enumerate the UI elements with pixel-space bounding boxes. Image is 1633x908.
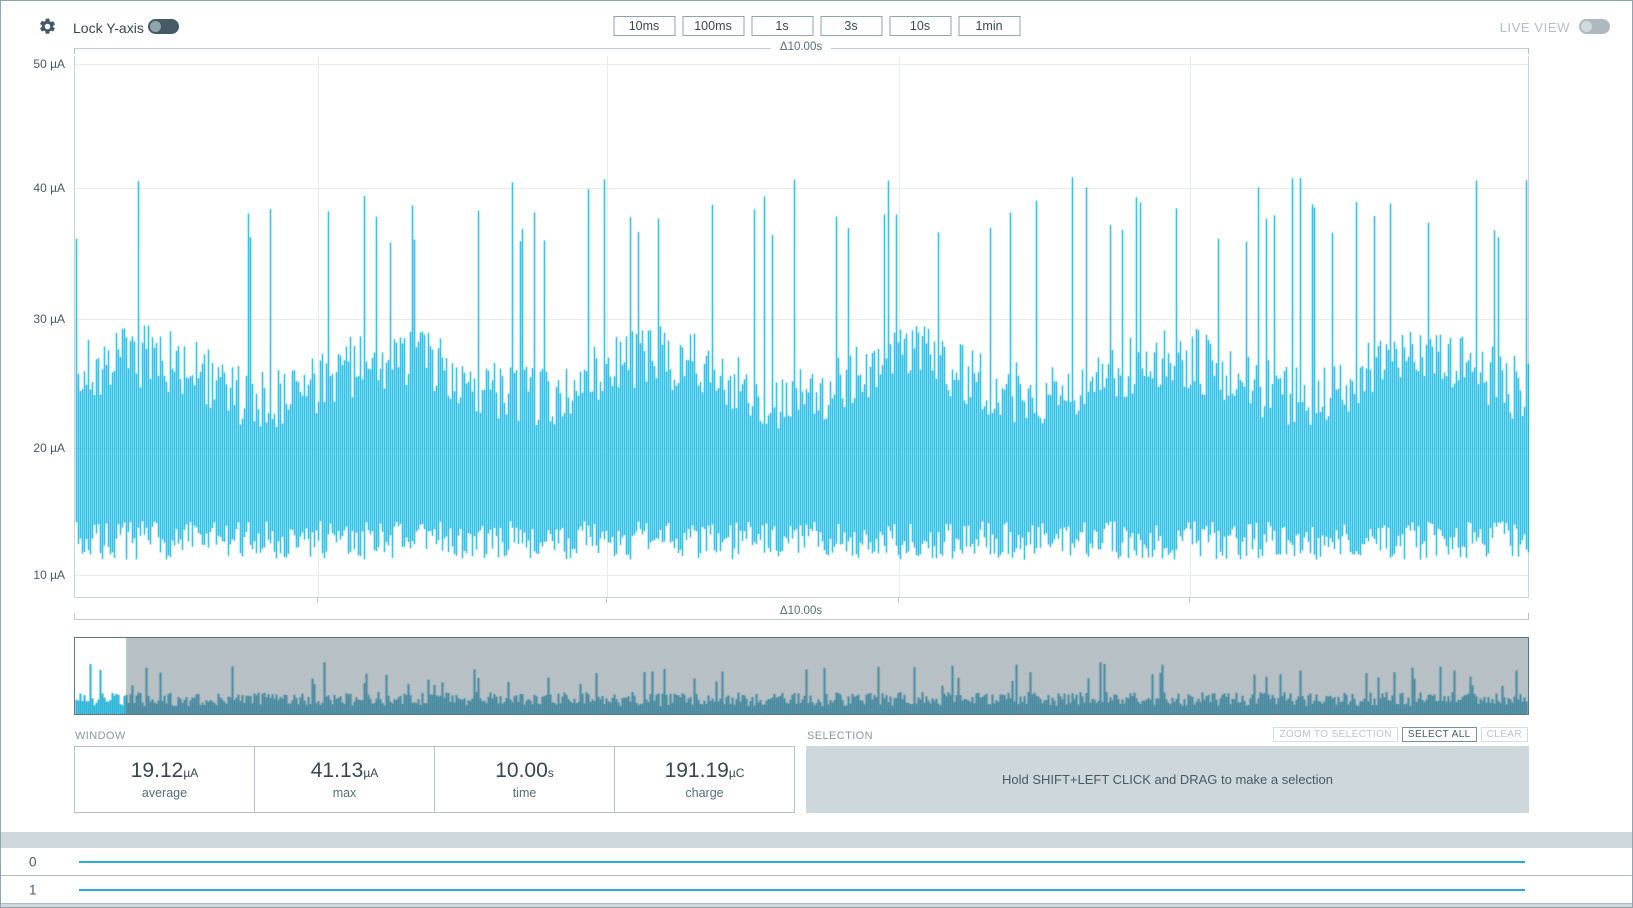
- stat-average: 19.12µA average: [75, 747, 254, 812]
- bottom-tick: [1189, 598, 1190, 603]
- stat-time-caption: time: [513, 786, 537, 800]
- y-tick-50uA: 50 µA: [3, 57, 65, 71]
- toggle-knob: [1581, 21, 1592, 32]
- select-all-button[interactable]: SELECT ALL: [1402, 727, 1477, 742]
- stat-charge-unit: µC: [729, 766, 745, 780]
- stat-max: 41.13µA max: [254, 747, 434, 812]
- digital-channel-0-label: 0: [29, 854, 37, 869]
- panel-divider: [1, 832, 1632, 848]
- top-axis-right-tick: [1528, 48, 1529, 54]
- time-button-10s[interactable]: 10s: [889, 16, 951, 36]
- stat-max-unit: µA: [363, 766, 378, 780]
- time-button-1s[interactable]: 1s: [751, 16, 813, 36]
- window-stats: 19.12µA average 41.13µA max 10.00s time …: [74, 746, 795, 813]
- bottom-axis-right-tick: [1528, 613, 1529, 619]
- digital-channel-0-trace: [79, 861, 1525, 863]
- digital-channel-row-1[interactable]: 1: [1, 876, 1632, 904]
- stat-max-value: 41.13µA: [311, 759, 378, 783]
- app-window: Lock Y-axis 10ms 100ms 1s 3s 10s 1min LI…: [0, 0, 1633, 908]
- time-button-10ms[interactable]: 10ms: [613, 16, 675, 36]
- live-view-toggle[interactable]: [1579, 19, 1610, 34]
- selection-buttons: ZOOM TO SELECTION SELECT ALL CLEAR: [1273, 727, 1528, 742]
- window-section-label: WINDOW: [75, 730, 126, 742]
- stat-average-caption: average: [142, 786, 187, 800]
- digital-channel-1-label: 1: [29, 882, 37, 897]
- main-current-chart[interactable]: [74, 56, 1529, 598]
- stat-time-value: 10.00s: [495, 759, 554, 783]
- toggle-knob: [150, 21, 161, 32]
- lock-y-axis-toggle[interactable]: [148, 19, 179, 34]
- bottom-tick: [606, 598, 607, 603]
- stat-average-unit: µA: [183, 766, 198, 780]
- stat-charge-value: 191.19µC: [665, 759, 745, 783]
- top-axis-left-tick: [74, 48, 75, 54]
- stat-charge: 191.19µC charge: [614, 747, 794, 812]
- digital-channel-1-trace: [79, 889, 1525, 891]
- zoom-to-selection-button[interactable]: ZOOM TO SELECTION: [1273, 727, 1398, 742]
- settings-gear-icon[interactable]: [38, 17, 57, 36]
- stat-max-caption: max: [333, 786, 357, 800]
- live-view-label: LIVE VIEW: [1500, 20, 1570, 35]
- y-tick-30uA: 30 µA: [3, 312, 65, 326]
- y-tick-40uA: 40 µA: [3, 181, 65, 195]
- current-trace-canvas[interactable]: [75, 56, 1529, 597]
- time-range-buttons: 10ms 100ms 1s 3s 10s 1min: [613, 16, 1020, 36]
- digital-channels-panel: 0 1: [1, 848, 1632, 907]
- bottom-tick: [317, 598, 318, 603]
- selection-hint-box[interactable]: Hold SHIFT+LEFT CLICK and DRAG to make a…: [806, 746, 1529, 813]
- bottom-tick: [898, 598, 899, 603]
- clear-selection-button[interactable]: CLEAR: [1481, 727, 1528, 742]
- y-tick-10uA: 10 µA: [3, 568, 65, 582]
- bottom-axis-left-tick: [74, 613, 75, 619]
- minimap-canvas[interactable]: [75, 638, 1528, 714]
- bottom-axis-line: [74, 619, 1529, 620]
- time-button-1min[interactable]: 1min: [958, 16, 1020, 36]
- selection-hint-text: Hold SHIFT+LEFT CLICK and DRAG to make a…: [1002, 772, 1333, 787]
- window-duration-label-bottom: Δ10.00s: [771, 605, 831, 617]
- selection-section-label: SELECTION: [807, 730, 873, 742]
- time-button-100ms[interactable]: 100ms: [682, 16, 744, 36]
- digital-channel-row-0[interactable]: 0: [1, 848, 1632, 876]
- lock-y-axis-label: Lock Y-axis: [73, 20, 144, 36]
- stat-charge-caption: charge: [685, 786, 723, 800]
- y-tick-20uA: 20 µA: [3, 441, 65, 455]
- window-duration-label-top: Δ10.00s: [771, 41, 831, 53]
- stat-average-value: 19.12µA: [131, 759, 198, 783]
- minimap-overview[interactable]: [74, 637, 1529, 715]
- stat-time: 10.00s time: [434, 747, 614, 812]
- stat-time-unit: s: [548, 766, 554, 780]
- time-button-3s[interactable]: 3s: [820, 16, 882, 36]
